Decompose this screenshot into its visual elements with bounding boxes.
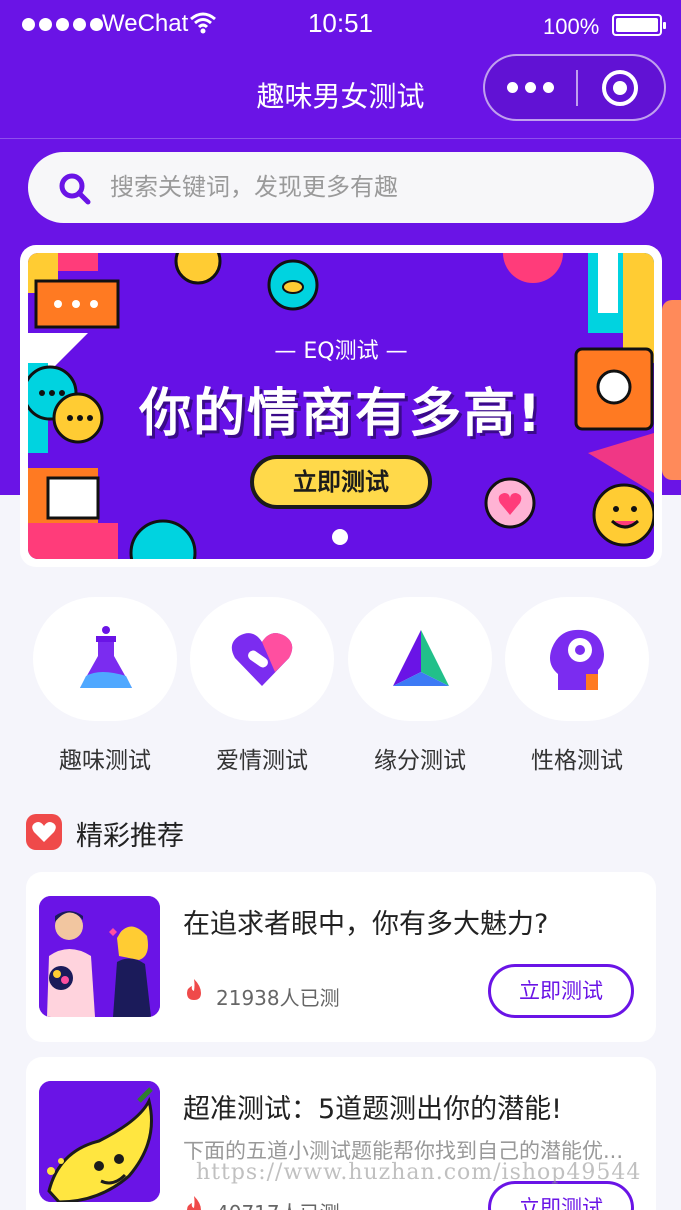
category-icon-bg [190, 597, 334, 721]
more-options-button[interactable] [505, 56, 577, 119]
recommend-card[interactable]: 超准测试：5道题测出你的潜能! 下面的五道小测试题能帮你找到自己的潜能优... … [26, 1057, 656, 1210]
watermark-text: https://www.huzhan.com/ishop49544 [196, 1160, 642, 1185]
triangle-icon [393, 630, 449, 686]
search-bar[interactable] [28, 152, 654, 223]
miniprogram-capsule [483, 54, 666, 121]
banner-card[interactable]: — EQ测试 — 你的情商有多高! 立即测试 [20, 245, 662, 567]
category-label: 缘分测试 [374, 748, 466, 774]
next-banner-peek [662, 300, 681, 480]
capsule-divider [576, 70, 578, 106]
card-thumbnail [39, 896, 160, 1017]
card-test-now-button[interactable]: 立即测试 [488, 1181, 634, 1210]
battery-icon [612, 14, 666, 36]
category-icon-bg [348, 597, 492, 721]
recommend-card[interactable]: 在追求者眼中，你有多大魅力? 21938人已测 立即测试 [26, 872, 656, 1042]
card-title: 在追求者眼中，你有多大魅力? [183, 909, 549, 940]
category-label: 趣味测试 [59, 748, 151, 774]
search-input[interactable] [110, 166, 630, 208]
card-title: 超准测试：5道题测出你的潜能! [183, 1094, 563, 1125]
category-label: 性格测试 [531, 748, 623, 774]
category-icon-bg [505, 597, 649, 721]
section-title: 精彩推荐 [76, 821, 184, 852]
category-label: 爱情测试 [216, 748, 308, 774]
card-thumbnail [39, 1081, 160, 1202]
heart-icon [231, 633, 293, 686]
fire-icon [187, 979, 201, 1000]
category-row: 趣味测试 爱情测试 缘分测试 性格测试 [0, 597, 681, 777]
head-icon [550, 629, 604, 690]
card-test-now-button[interactable]: 立即测试 [488, 964, 634, 1018]
status-bar: WeChat 10:51 100% [0, 0, 681, 50]
eq-test-banner[interactable]: — EQ测试 — 你的情商有多高! 立即测试 [28, 253, 654, 559]
search-icon [59, 173, 91, 205]
close-miniprogram-button[interactable] [602, 70, 638, 106]
card-participant-count: 40717人已测 [216, 1197, 340, 1210]
banner-test-now-button[interactable]: 立即测试 [250, 455, 432, 509]
fire-icon [187, 1196, 201, 1210]
category-icon-bg [33, 597, 177, 721]
flask-icon [80, 626, 132, 688]
category-fun-test[interactable]: 趣味测试 [32, 597, 178, 775]
card-participant-count: 21938人已测 [216, 986, 340, 1010]
battery-percent: 100% [543, 14, 600, 39]
heart-badge-icon [26, 814, 62, 850]
banner-subtitle: — EQ测试 — [274, 339, 408, 364]
category-love-test[interactable]: 爱情测试 [189, 597, 335, 775]
navigation-bar: 趣味男女测试 [0, 45, 681, 139]
category-fate-test[interactable]: 缘分测试 [347, 597, 493, 775]
category-personality-test[interactable]: 性格测试 [504, 597, 650, 775]
banner-headline: 你的情商有多高! [139, 384, 543, 444]
